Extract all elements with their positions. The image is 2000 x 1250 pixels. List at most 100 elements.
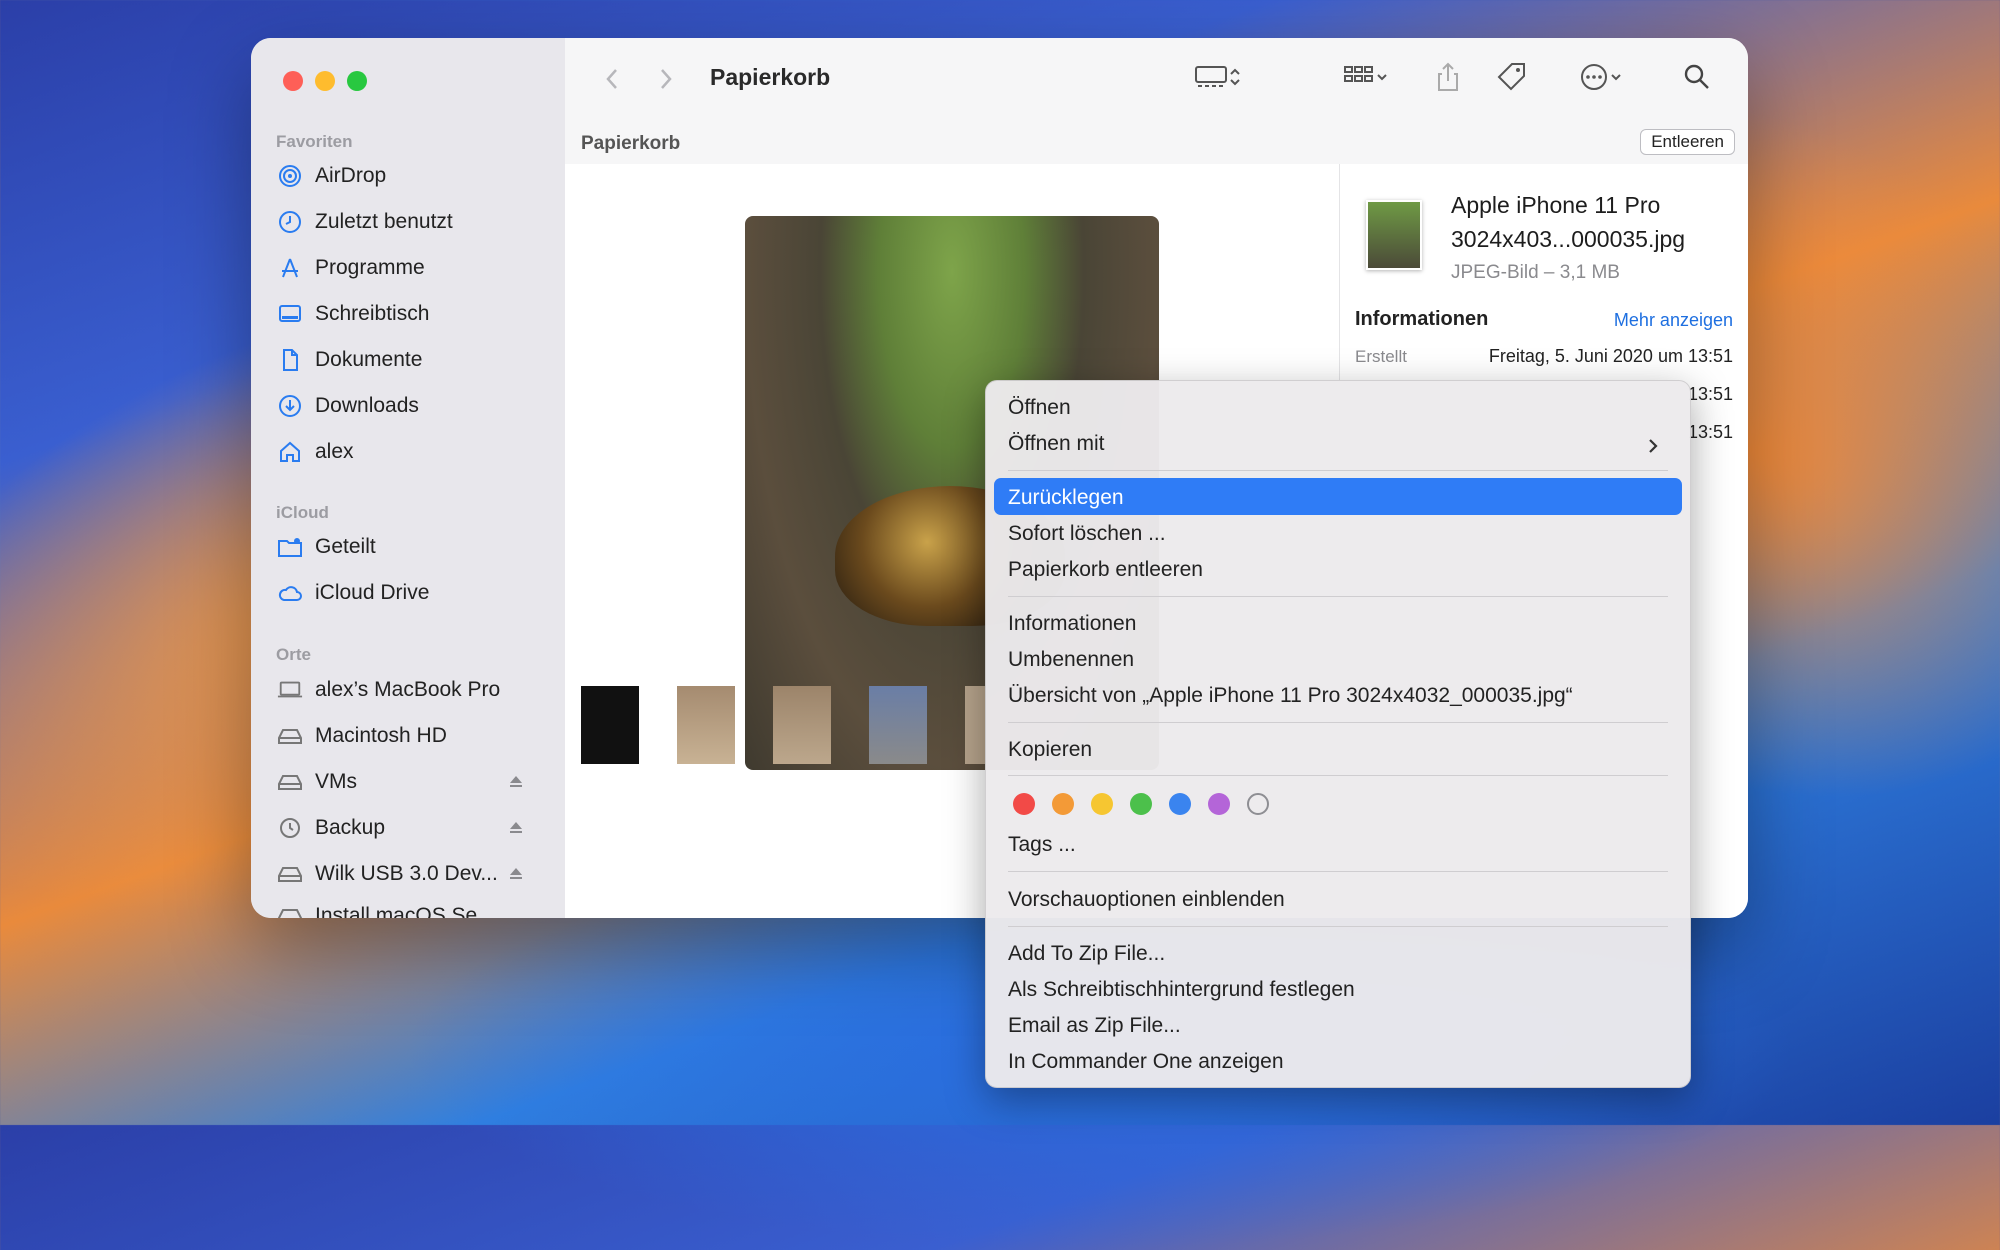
forward-button[interactable] — [651, 60, 681, 98]
tag-button[interactable] — [1492, 60, 1532, 98]
clock-icon — [277, 209, 303, 235]
tag-green-dot[interactable] — [1130, 793, 1152, 815]
thumbnail[interactable] — [677, 686, 735, 764]
thumbnail[interactable] — [869, 686, 927, 764]
sidebar-item-shared[interactable]: Geteilt — [277, 529, 547, 565]
grid-icon — [1343, 64, 1375, 95]
sidebar: Favoriten AirDrop Zuletzt benutzt Progra… — [251, 38, 566, 918]
thumbnail[interactable] — [581, 686, 639, 764]
document-icon — [277, 347, 303, 373]
menu-item-delete-immediately[interactable]: Sofort löschen ... — [1008, 522, 1166, 546]
sidebar-item-label: Wilk USB 3.0 Dev... — [315, 862, 498, 885]
sidebar-item-label: Schreibtisch — [315, 302, 430, 325]
menu-item-get-info[interactable]: Informationen — [1008, 612, 1136, 636]
menu-item-tags[interactable]: Tags ... — [1008, 833, 1076, 857]
menu-separator — [1008, 470, 1668, 471]
sidebar-item-backup[interactable]: Backup — [277, 810, 547, 846]
sidebar-item-label: Macintosh HD — [315, 724, 447, 747]
info-section-title: Informationen — [1355, 308, 1489, 330]
sidebar-item-documents[interactable]: Dokumente — [277, 342, 547, 378]
chevron-down-icon — [1375, 70, 1389, 89]
menu-item-empty-trash[interactable]: Papierkorb entleeren — [1008, 558, 1203, 582]
search-button[interactable] — [1677, 60, 1717, 98]
back-button[interactable] — [597, 60, 627, 98]
group-button[interactable] — [1335, 60, 1397, 98]
created-value: Freitag, 5. Juni 2020 um 13:51 — [1488, 346, 1733, 366]
sidebar-item-macintosh-hd[interactable]: Macintosh HD — [277, 718, 547, 754]
sidebar-item-label: VMs — [315, 770, 357, 793]
sidebar-item-downloads[interactable]: Downloads — [277, 388, 547, 424]
menu-item-set-wallpaper[interactable]: Als Schreibtischhintergrund festlegen — [1008, 978, 1355, 1002]
sidebar-item-desktop[interactable]: Schreibtisch — [277, 296, 547, 332]
sidebar-item-install-macos[interactable]: Install macOS Se... — [277, 898, 547, 918]
airdrop-icon — [277, 163, 303, 189]
tag-orange-dot[interactable] — [1052, 793, 1074, 815]
sidebar-item-macbook[interactable]: alex’s MacBook Pro — [277, 672, 547, 708]
path-label: Papierkorb — [581, 133, 681, 154]
menu-separator — [1008, 775, 1668, 776]
sidebar-item-label: alex — [315, 440, 354, 463]
sidebar-item-label: Backup — [315, 816, 386, 839]
share-button[interactable] — [1430, 60, 1466, 98]
cloud-icon — [277, 580, 303, 606]
menu-item-copy[interactable]: Kopieren — [1008, 738, 1092, 762]
apps-icon — [277, 255, 303, 281]
sidebar-item-label: Downloads — [315, 394, 419, 417]
sidebar-item-applications[interactable]: Programme — [277, 250, 547, 286]
sidebar-item-icloud-drive[interactable]: iCloud Drive — [277, 575, 547, 611]
menu-item-show-preview-options[interactable]: Vorschauoptionen einblenden — [1008, 888, 1285, 912]
thumbnail[interactable] — [965, 686, 985, 764]
eject-icon[interactable] — [505, 817, 527, 839]
view-mode-button[interactable] — [1185, 60, 1251, 98]
info-row-value: 13:51 — [1687, 422, 1733, 442]
show-more-link[interactable]: Mehr anzeigen — [1614, 310, 1733, 331]
tag-gray-dot[interactable] — [1247, 793, 1269, 815]
eject-icon[interactable] — [505, 771, 527, 793]
tag-red-dot[interactable] — [1013, 793, 1035, 815]
menu-item-quick-look[interactable]: Übersicht von „Apple iPhone 11 Pro 3024x… — [1008, 684, 1573, 708]
file-kind: JPEG-Bild – 3,1 MB — [1451, 262, 1620, 283]
zoom-button[interactable] — [347, 71, 367, 91]
sidebar-item-recents[interactable]: Zuletzt benutzt — [277, 204, 547, 240]
tag-blue-dot[interactable] — [1169, 793, 1191, 815]
chevron-down-icon — [1609, 70, 1623, 89]
menu-item-commander-one[interactable]: In Commander One anzeigen — [1008, 1050, 1284, 1074]
toolbar: Papierkorb — [565, 38, 1748, 123]
sidebar-item-label: Zuletzt benutzt — [315, 210, 453, 233]
path-bar: Papierkorb Entleeren — [565, 122, 1748, 165]
sidebar-item-label: AirDrop — [315, 164, 387, 187]
download-icon — [277, 393, 303, 419]
menu-item-open[interactable]: Öffnen — [1008, 396, 1071, 420]
sidebar-item-airdrop[interactable]: AirDrop — [277, 158, 547, 194]
sidebar-item-home[interactable]: alex — [277, 434, 547, 470]
menu-item-open-with[interactable]: Öffnen mit — [1008, 432, 1105, 456]
tag-yellow-dot[interactable] — [1091, 793, 1113, 815]
window-title: Papierkorb — [710, 64, 831, 90]
menu-item-email-zip[interactable]: Email as Zip File... — [1008, 1014, 1181, 1038]
empty-trash-button[interactable]: Entleeren — [1640, 129, 1735, 155]
sidebar-item-vms[interactable]: VMs — [277, 764, 547, 800]
sidebar-item-label: Programme — [315, 256, 425, 279]
created-label: Erstellt — [1355, 347, 1407, 366]
sidebar-item-usb[interactable]: Wilk USB 3.0 Dev... — [277, 856, 547, 892]
sidebar-item-label: Geteilt — [315, 535, 376, 558]
shared-folder-icon — [277, 534, 303, 560]
close-button[interactable] — [283, 71, 303, 91]
eject-icon[interactable] — [505, 863, 527, 885]
sidebar-item-label: Dokumente — [315, 348, 423, 371]
menu-item-add-zip[interactable]: Add To Zip File... — [1008, 942, 1165, 966]
minimize-button[interactable] — [315, 71, 335, 91]
menu-separator — [1008, 596, 1668, 597]
chevron-right-icon — [1646, 436, 1660, 456]
menu-item-put-back[interactable]: Zurücklegen — [1008, 486, 1124, 510]
sidebar-item-label: alex’s MacBook Pro — [315, 678, 501, 701]
laptop-icon — [277, 677, 303, 703]
sidebar-section-title: Orte — [276, 645, 311, 664]
more-actions-button[interactable] — [1570, 60, 1632, 98]
sidebar-section-title: iCloud — [276, 503, 329, 522]
share-icon — [1435, 61, 1461, 98]
tag-purple-dot[interactable] — [1208, 793, 1230, 815]
file-name: Apple iPhone 11 Pro 3024x403...000035.jp… — [1451, 192, 1686, 252]
thumbnail[interactable] — [773, 686, 831, 764]
menu-item-rename[interactable]: Umbenennen — [1008, 648, 1134, 672]
